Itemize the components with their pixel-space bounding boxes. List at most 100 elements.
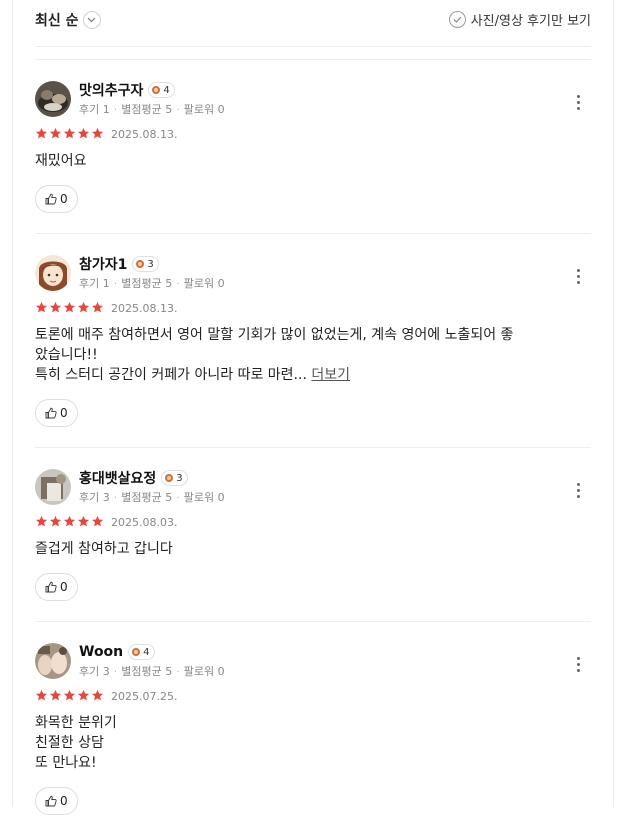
review-text-content: 친절한 상담: [35, 735, 104, 751]
reviewer-stats: 후기 3 · 별점평균 5 · 팔로워 0: [79, 663, 225, 679]
read-more-link[interactable]: 더보기: [311, 367, 350, 383]
like-button[interactable]: 0: [35, 573, 78, 601]
reviewer-info: 참가자1 3 후기 1 · 별점평균 5 · 팔로워 0: [79, 254, 225, 291]
review-date: 2025.08.13.: [111, 301, 178, 315]
review-text-line: 또 만나요!: [35, 753, 591, 773]
review-toolbar: 최신 순 사진/영상 후기만 보기: [35, 8, 591, 34]
like-count: 0: [60, 406, 68, 420]
review-count: 후기 1: [79, 277, 110, 290]
separator: ·: [113, 276, 118, 290]
star-icon: [63, 513, 77, 532]
avatar[interactable]: [35, 81, 71, 117]
avatar[interactable]: [35, 255, 71, 291]
average-rating: 별점평균 5: [121, 665, 173, 678]
more-options-icon[interactable]: [573, 655, 583, 675]
review-header: 홍대뱃살요정 3 후기 3 · 별점평균 5 · 팔로워 0: [35, 468, 591, 506]
star-icon: [77, 125, 91, 144]
reviewer-name[interactable]: 홍대뱃살요정: [79, 468, 156, 488]
thumbs-up-icon: [45, 404, 57, 423]
sort-dropdown[interactable]: 최신 순: [35, 10, 101, 30]
review-count: 후기 3: [79, 491, 110, 504]
medal-icon: [136, 260, 145, 268]
thumbs-up-icon: [45, 792, 57, 811]
review-header: 맛의추구자 4 후기 1 · 별점평균 5 · 팔로워 0: [35, 80, 591, 118]
review-text-line: 특히 스터디 공간이 커페가 아니라 따로 마련... 더보기: [35, 365, 591, 385]
star-rating: [35, 299, 105, 318]
name-row: 맛의추구자 4: [79, 80, 225, 100]
separator: ·: [113, 102, 118, 116]
separator: ·: [176, 276, 180, 290]
star-rating: [35, 687, 105, 706]
medal-icon: [132, 648, 141, 656]
follower-count: 팔로워 0: [183, 491, 225, 504]
medal-icon: [152, 86, 161, 94]
level-number: 4: [163, 84, 170, 96]
avatar[interactable]: [35, 469, 71, 505]
separator: ·: [176, 664, 180, 678]
star-icon: [91, 687, 105, 706]
reviewer-info: 맛의추구자 4 후기 1 · 별점평균 5 · 팔로워 0: [79, 80, 225, 117]
star-icon: [91, 299, 105, 318]
review-text-line: 화목한 분위기: [35, 713, 591, 733]
star-icon: [77, 299, 91, 318]
more-options-icon[interactable]: [573, 93, 583, 113]
star-icon: [63, 299, 77, 318]
reviews-panel: 최신 순 사진/영상 후기만 보기 맛의추구자 4 후기 1 · 별점평균 5 …: [12, 0, 614, 815]
review-text-line: 즐겁게 참여하고 갑니다: [35, 539, 591, 559]
like-button[interactable]: 0: [35, 185, 78, 213]
average-rating: 별점평균 5: [121, 491, 173, 504]
review-list: 맛의추구자 4 후기 1 · 별점평균 5 · 팔로워 0 2025.08.13…: [35, 59, 591, 835]
more-options-icon[interactable]: [573, 481, 583, 501]
review-date: 2025.07.25.: [111, 689, 178, 703]
star-icon: [35, 513, 49, 532]
review-text-content: 토론에 매주 참여하면서 영어 말할 기회가 많이 없었는게, 계속 영어에 노…: [35, 327, 514, 343]
review-text: 재밌어요: [35, 151, 591, 171]
sort-label: 최신 순: [35, 13, 79, 29]
name-row: Woon 4: [79, 642, 225, 662]
separator: ·: [113, 664, 118, 678]
reviewer-stats: 후기 1 · 별점평균 5 · 팔로워 0: [79, 275, 225, 291]
level-badge: 4: [128, 644, 155, 660]
star-icon: [91, 125, 105, 144]
level-number: 3: [147, 258, 154, 270]
thumbs-up-icon: [45, 578, 57, 597]
reviewer-stats: 후기 1 · 별점평균 5 · 팔로워 0: [79, 101, 225, 117]
review-text-line: 재밌어요: [35, 151, 591, 171]
review-text-content: 화목한 분위기: [35, 715, 117, 731]
name-row: 참가자1 3: [79, 254, 225, 274]
like-button[interactable]: 0: [35, 399, 78, 427]
review-header: 참가자1 3 후기 1 · 별점평균 5 · 팔로워 0: [35, 254, 591, 292]
star-icon: [63, 125, 77, 144]
rating-row: 2025.08.13.: [35, 300, 591, 316]
review-text-content: 재밌어요: [35, 153, 87, 169]
star-rating: [35, 513, 105, 532]
separator: ·: [113, 490, 118, 504]
divider: [35, 46, 591, 47]
review-item: Woon 4 후기 3 · 별점평균 5 · 팔로워 0 2025.07.25.: [35, 621, 591, 835]
reviewer-name[interactable]: Woon: [79, 644, 123, 660]
chevron-down-icon: [82, 11, 101, 29]
rating-row: 2025.08.13.: [35, 126, 591, 142]
star-icon: [49, 687, 63, 706]
medal-icon: [165, 474, 174, 482]
reviewer-info: 홍대뱃살요정 3 후기 3 · 별점평균 5 · 팔로워 0: [79, 468, 225, 505]
reviewer-info: Woon 4 후기 3 · 별점평균 5 · 팔로워 0: [79, 642, 225, 679]
level-badge: 3: [161, 470, 188, 486]
avatar[interactable]: [35, 643, 71, 679]
reviewer-name[interactable]: 참가자1: [79, 254, 127, 274]
review-date: 2025.08.03.: [111, 515, 178, 529]
more-options-icon[interactable]: [573, 267, 583, 287]
photo-video-filter[interactable]: 사진/영상 후기만 보기: [448, 10, 591, 29]
like-button[interactable]: 0: [35, 787, 78, 815]
level-badge: 4: [148, 82, 175, 98]
star-icon: [35, 299, 49, 318]
review-item: 홍대뱃살요정 3 후기 3 · 별점평균 5 · 팔로워 0 2025.08.0…: [35, 447, 591, 621]
rating-row: 2025.08.03.: [35, 514, 591, 530]
check-circle-icon: [448, 11, 466, 28]
review-item: 참가자1 3 후기 1 · 별점평균 5 · 팔로워 0 2025.08.13.: [35, 233, 591, 447]
like-count: 0: [60, 794, 68, 808]
reviewer-name[interactable]: 맛의추구자: [79, 80, 143, 100]
review-text-content: 았습니다!!: [35, 347, 98, 363]
like-count: 0: [60, 580, 68, 594]
rating-row: 2025.07.25.: [35, 688, 591, 704]
